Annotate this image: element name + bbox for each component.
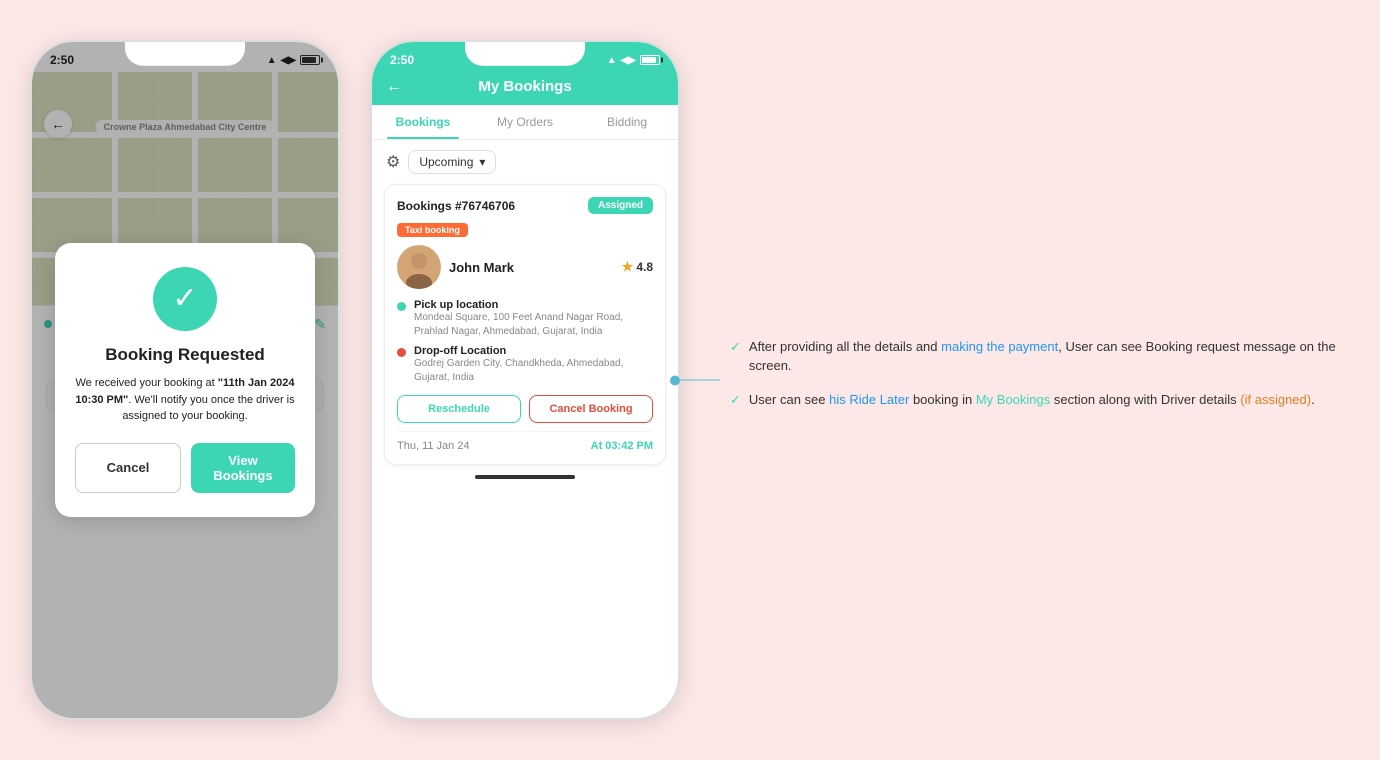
dropoff-location-label: Drop-off Location (414, 345, 653, 357)
upcoming-dropdown[interactable]: Upcoming ▾ (408, 150, 496, 174)
modal-title: Booking Requested (75, 345, 295, 365)
action-buttons: Reschedule Cancel Booking (397, 395, 653, 423)
right-phone: 2:50 ▲ ◀▶ ← My Bookings Bookings My Orde… (370, 40, 680, 720)
checkmark-icon: ✓ (172, 284, 197, 314)
tabs-bar: Bookings My Orders Bidding (372, 105, 678, 140)
tab-my-orders[interactable]: My Orders (474, 105, 576, 139)
reschedule-button[interactable]: Reschedule (397, 395, 521, 423)
notch (125, 42, 245, 66)
annotation-text-1: After providing all the details and maki… (749, 337, 1340, 376)
star-icon: ★ (622, 259, 634, 275)
check-icon-1: ✓ (730, 339, 741, 355)
status-icons-right: ▲ ◀▶ (607, 55, 660, 66)
booking-date: Thu, 11 Jan 24 (397, 440, 470, 452)
header-title: My Bookings (478, 78, 571, 95)
home-indicator-right (475, 475, 575, 479)
booking-time: At 03:42 PM (591, 440, 653, 452)
assigned-badge: Assigned (588, 197, 653, 214)
filter-icon[interactable]: ⚙ (386, 152, 400, 172)
driver-avatar (397, 245, 441, 289)
driver-row: John Mark ★ 4.8 (397, 245, 653, 289)
tab-bidding[interactable]: Bidding (576, 105, 678, 139)
success-icon-circle: ✓ (153, 267, 217, 331)
modal-description: We received your booking at "11th Jan 20… (75, 375, 295, 425)
booking-footer: Thu, 11 Jan 24 At 03:42 PM (397, 431, 653, 452)
cancel-booking-button[interactable]: Cancel Booking (529, 395, 653, 423)
driver-rating: ★ 4.8 (622, 259, 653, 275)
booking-type-badge: Taxi booking (397, 223, 468, 237)
check-icon-2: ✓ (730, 392, 741, 408)
connector-line (670, 380, 720, 381)
my-bookings-header: ← My Bookings (372, 72, 678, 105)
notch-right (465, 42, 585, 66)
connector-circle (670, 376, 680, 386)
pickup-dot-green (397, 302, 406, 311)
modal-cancel-button[interactable]: Cancel (75, 443, 181, 493)
pickup-location-label: Pick up location (414, 299, 653, 311)
time-right: 2:50 (390, 53, 414, 67)
dropoff-dot-red (397, 348, 406, 357)
tab-bookings[interactable]: Bookings (372, 105, 474, 139)
annotation-text-2: User can see his Ride Later booking in M… (749, 390, 1315, 410)
pickup-row: Pick up location Mondeal Square, 100 Fee… (397, 299, 653, 339)
modal-buttons: Cancel View Bookings (75, 443, 295, 493)
dropoff-location-address: Godrej Garden City, Chandkheda, Ahmedaba… (414, 357, 653, 385)
modal-overlay: ✓ Booking Requested We received your boo… (32, 42, 338, 718)
booking-id: Bookings #76746706 (397, 199, 515, 213)
view-bookings-button[interactable]: View Bookings (191, 443, 295, 493)
booking-card: Bookings #76746706 Assigned Taxi booking… (384, 184, 666, 465)
modal-desc-suffix: . We'll notify you once the driver is as… (122, 394, 294, 423)
filter-row: ⚙ Upcoming ▾ (372, 140, 678, 184)
annotation-section: ✓ After providing all the details and ma… (710, 317, 1350, 444)
driver-name: John Mark (449, 260, 614, 275)
signal-icon-right: ◀▶ (621, 55, 636, 66)
left-phone: 2:50 ▲ ◀▶ ← Crowne Plaza Ahmedabad City … (30, 40, 340, 720)
dropoff-row: Drop-off Location Godrej Garden City, Ch… (397, 345, 653, 385)
booking-card-header: Bookings #76746706 Assigned (397, 197, 653, 214)
connector-wrapper (670, 380, 720, 381)
header-back-button[interactable]: ← (386, 78, 402, 96)
wifi-icon-right: ▲ (607, 55, 617, 66)
booking-requested-modal: ✓ Booking Requested We received your boo… (55, 243, 315, 517)
battery-icon-right (640, 55, 660, 65)
annotation-item-1: ✓ After providing all the details and ma… (730, 337, 1340, 376)
annotation-item-2: ✓ User can see his Ride Later booking in… (730, 390, 1340, 410)
pickup-location-address: Mondeal Square, 100 Feet Anand Nagar Roa… (414, 311, 653, 339)
modal-desc-prefix: We received your booking at (75, 377, 217, 389)
